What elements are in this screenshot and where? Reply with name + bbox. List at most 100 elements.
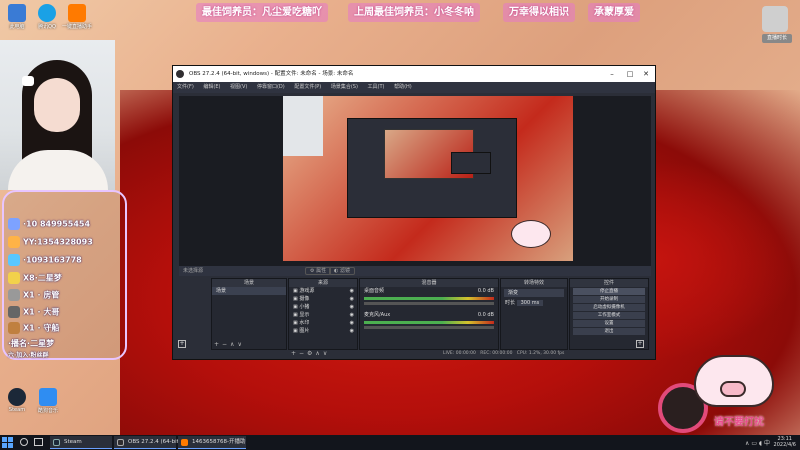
banner-thanks: 承蒙厚爱 [588,3,640,22]
transitions-panel: 转场特效 渐变 时长 300 ms [500,278,568,350]
eye-icon: ◉ [349,304,354,310]
sticker-text: 请不要打扰 [714,417,764,428]
gift-row: X1 · 大哥 [8,306,59,318]
obs-title-bar[interactable]: OBS 27.2.4 (64-bit, windows) - 配置文件: 未命名… [173,66,655,82]
gift-ranking-overlay: ·10 849955454 YY:1354328093 ·1093163778 … [2,190,127,360]
gift-icon [8,289,20,301]
controls-header: 控件 [570,279,648,287]
obs-icon [117,439,124,446]
pig-snout [720,381,746,397]
desktop-icon-live-assistant[interactable]: 一键直播助手 [62,4,92,30]
sources-panel: 来源 ▣ 游戏源 ◉ ▣ 摄像 ◉ ▣ 小猪 ◉ ▣ 显示 ◉ ▣ 水印 ◉ ▣… [288,278,358,357]
source-item[interactable]: ▣ 游戏源 ◉ [289,287,357,295]
source-item[interactable]: ▣ 图片 ◉ [289,327,357,335]
desktop-icon-this-pc[interactable]: 此电脑 [2,4,32,30]
gift-row: ·10 849955454 [8,218,90,230]
live-assistant-icon [181,439,188,446]
search-icon[interactable] [20,438,28,446]
steam-icon [53,439,60,446]
gift-icon [8,218,20,230]
desktop-icon-qq[interactable]: 腾讯QQ [32,4,62,30]
menu-help[interactable]: 帮助(H) [394,84,412,90]
volume-slider[interactable] [364,326,494,329]
banner-fortunate: 万幸得以相识 [503,3,575,22]
transition-select[interactable]: 渐变 [504,289,564,297]
volume-meter [364,297,494,300]
transition-duration[interactable]: 时长 300 ms [501,299,567,307]
preview-nested-obs [347,118,517,218]
gift-row: YY:1354328093 [8,236,93,248]
menu-edit[interactable]: 编辑(E) [203,84,220,90]
scenes-header: 场景 [212,279,286,287]
gift-row: X8·二星梦 [8,272,62,284]
obs-status-bar: LIVE: 00:00:00 REC: 00:00:00 CPU: 1.2%, … [443,349,648,358]
gift-icon [8,254,20,266]
menu-profile[interactable]: 配置文件(P) [294,84,321,90]
volume-meter [364,321,494,324]
minimize-button[interactable]: – [605,66,619,82]
desktop-icon-kugou[interactable]: 酷狗音乐 [33,388,63,414]
expand-dock-icon[interactable]: + [636,340,644,348]
sources-header: 来源 [289,279,357,287]
kugou-icon [39,388,57,406]
settings-button[interactable]: 设置 [573,320,645,327]
cpu-status: CPU: 1.2%, 30.00 fps [516,351,565,356]
filters-button[interactable]: ◐ 滤镜 [329,267,355,275]
system-tray[interactable]: ∧ ▭ ◖ 中 [745,438,770,447]
live-assistant-icon [68,4,86,22]
stream-duration-label: 直播时长 [762,34,792,43]
desktop-icon-steam[interactable]: Steam [2,388,32,413]
audio-mixer-panel: 混音器 桌面音频 0.0 dB 麦克风/Aux 0.0 dB [359,278,499,350]
stop-streaming-button[interactable]: 停止直播 [573,288,645,295]
taskbar-live-assistant[interactable]: 1463658768-开播助 [178,436,246,449]
gift-icon [8,306,20,318]
taskbar-obs[interactable]: OBS 27.2.4 (64-bit... [114,436,184,449]
gift-icon [8,236,20,248]
source-item[interactable]: ▣ 小猪 ◉ [289,303,357,311]
exit-button[interactable]: 退出 [573,328,645,335]
eye-icon: ◉ [349,328,354,334]
banner-best-keeper: 最佳饲养员：凡尘爱吃糖吖 [196,3,328,22]
mixer-track: 麦克风/Aux 0.0 dB [364,312,494,318]
source-item[interactable]: ▣ 显示 ◉ [289,311,357,319]
streamer-avatar-widget [762,6,788,32]
live-status: LIVE: 00:00:00 [443,351,476,356]
properties-button[interactable]: ⚙ 属性 [305,267,332,275]
obs-preview-canvas[interactable] [179,96,651,266]
task-view-icon[interactable] [34,438,43,446]
start-button[interactable] [2,437,13,448]
menu-tools[interactable]: 工具(T) [368,84,385,90]
maximize-button[interactable]: □ [623,66,637,82]
source-toolbar: 未选择源 ⚙ 属性 ◐ 滤镜 [179,266,651,276]
scene-item[interactable]: 场景 [212,287,286,295]
menu-docks[interactable]: 停靠窗口(D) [257,84,285,90]
banner-last-week-keeper: 上周最佳饲养员：小冬冬呐 [348,3,480,22]
obs-menu-bar: 文件(F) 编辑(E) 视图(V) 停靠窗口(D) 配置文件(P) 场景集合(S… [173,82,655,93]
add-dock-icon[interactable]: + [178,340,186,348]
gift-row: ·播名·二星梦 [8,339,55,348]
gift-row: X1 · 房管 [8,289,59,301]
menu-file[interactable]: 文件(F) [177,84,194,90]
studio-mode-button[interactable]: 工作室模式 [573,312,645,319]
close-button[interactable]: ✕ [639,66,653,82]
source-controls[interactable]: +−⚙∧∨ [291,350,330,357]
menu-view[interactable]: 视图(V) [230,84,247,90]
obs-window[interactable]: OBS 27.2.4 (64-bit, windows) - 配置文件: 未命名… [172,65,656,360]
gift-icon [8,272,20,284]
mixer-track: 桌面音频 0.0 dB [364,288,494,294]
start-recording-button[interactable]: 开始录制 [573,296,645,303]
computer-icon [8,4,26,22]
preview-recursive-screen [283,96,573,261]
source-item[interactable]: ▣ 水印 ◉ [289,319,357,327]
no-source-label: 未选择源 [183,268,204,274]
mixer-header: 混音器 [360,279,498,287]
menu-scene-collection[interactable]: 场景集合(S) [331,84,358,90]
scene-controls[interactable]: +−∧∨ [214,341,245,348]
source-item[interactable]: ▣ 摄像 ◉ [289,295,357,303]
taskbar-clock[interactable]: 23:11 2022/4/6 [774,436,796,448]
start-virtual-camera-button[interactable]: 启动虚拟摄像机 [573,304,645,311]
webcam-feed [0,40,115,190]
gift-row: ·1093163778 [8,254,82,266]
volume-slider[interactable] [364,302,494,305]
taskbar-steam[interactable]: Steam [50,436,112,449]
